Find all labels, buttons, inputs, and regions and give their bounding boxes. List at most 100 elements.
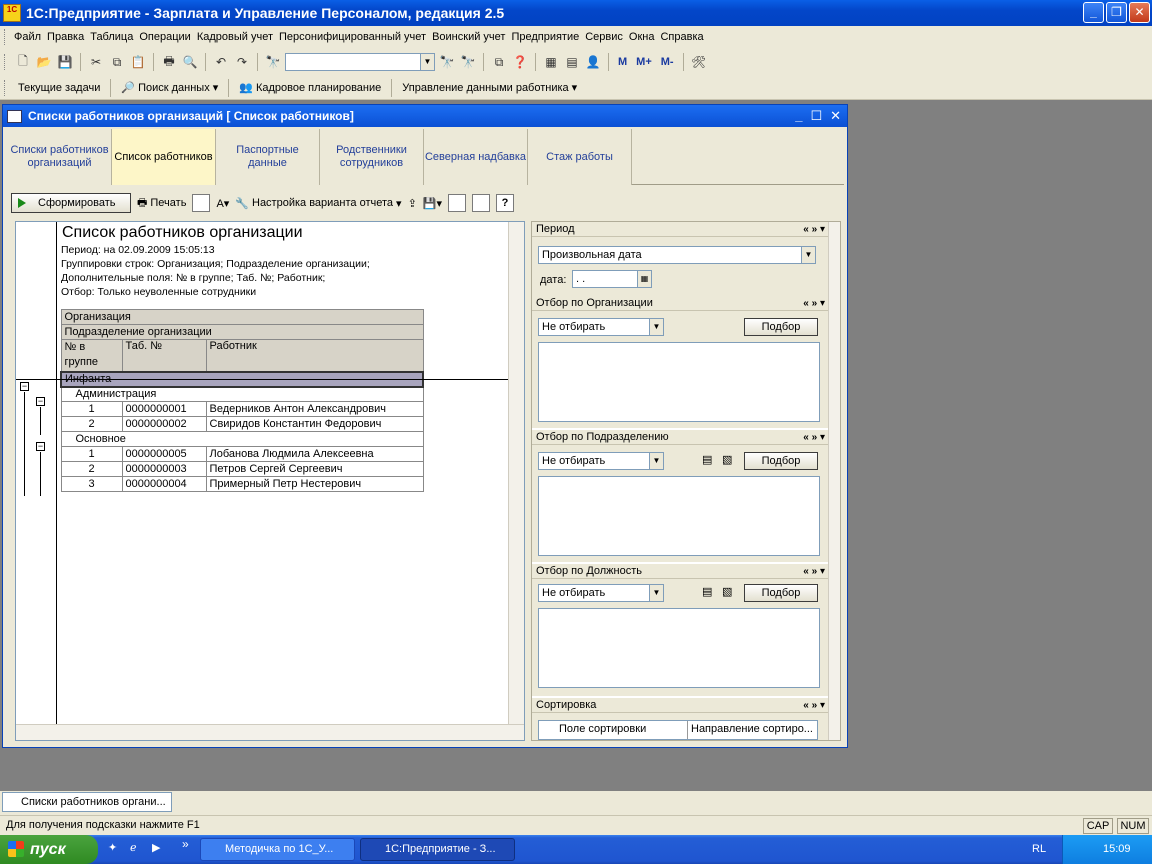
media-icon[interactable]: ▶ — [152, 841, 160, 854]
table-row[interactable]: 1 0000000001 Ведерников Антон Александро… — [60, 401, 424, 417]
current-tasks-button[interactable]: Текущие задачи — [15, 82, 103, 94]
table-row[interactable]: 3 0000000004 Примерный Петр Нестерович — [60, 476, 424, 492]
windows-icon[interactable]: ⧉ — [490, 53, 508, 71]
close-button[interactable]: ✕ — [1129, 2, 1150, 23]
folder-icon[interactable]: ▧ — [722, 585, 738, 601]
tools-icon[interactable]: 🛠 — [690, 53, 708, 71]
chevron-down-icon[interactable]: ▼ — [649, 453, 663, 469]
panel-toggle-icon[interactable] — [472, 194, 490, 212]
org-filter-list[interactable] — [538, 342, 820, 422]
hierarchy-icon[interactable]: ▤ — [702, 453, 718, 469]
find-prev-icon[interactable]: 🔭 — [459, 53, 477, 71]
open-folder-icon[interactable]: 📂 — [35, 53, 53, 71]
menu-military[interactable]: Воинский учет — [429, 31, 508, 43]
dept-filter-list[interactable] — [538, 476, 820, 556]
more-icon[interactable]: » — [182, 837, 189, 851]
section-controls-icon[interactable]: « » ▾ — [803, 700, 825, 711]
menu-personified[interactable]: Персонифицированный учет — [276, 31, 429, 43]
cut-icon[interactable]: ✂ — [87, 53, 105, 71]
header-toggle-icon[interactable] — [448, 194, 466, 212]
report-window-title-bar[interactable]: Списки работников организаций [ Список р… — [3, 105, 847, 127]
user-icon[interactable]: 👤 — [584, 53, 602, 71]
chevron-down-icon[interactable]: ▼ — [801, 247, 815, 263]
report-spreadsheet[interactable]: Список работников организации Период: на… — [15, 221, 525, 741]
help-1c-icon[interactable]: ❓ — [511, 53, 529, 71]
find-next-icon[interactable]: 🔭 — [438, 53, 456, 71]
hierarchy-icon[interactable]: ▤ — [702, 585, 718, 601]
new-document-icon[interactable]: 🗋 — [14, 53, 32, 71]
table-row[interactable]: 1 0000000005 Лобанова Людмила Алексеевна — [60, 446, 424, 462]
collapse-icon[interactable]: − — [20, 382, 29, 391]
toolbar-grip[interactable] — [4, 79, 7, 96]
collapse-icon[interactable]: − — [36, 397, 45, 406]
table-row[interactable]: 2 0000000002 Свиридов Константин Федоров… — [60, 416, 424, 432]
memory-button[interactable]: М — [615, 56, 630, 68]
sort-direction-header[interactable]: Направление сортиро... — [691, 723, 813, 735]
copy-icon[interactable]: ⧉ — [108, 53, 126, 71]
group-dept[interactable]: Администрация — [60, 386, 424, 402]
memory-minus-button[interactable]: М- — [658, 56, 677, 68]
dept-filter-select[interactable]: Не отбирать ▼ — [538, 452, 664, 470]
dept-select-button[interactable]: Подбор — [744, 452, 818, 470]
minimize-button[interactable]: _ — [795, 108, 802, 124]
close-button[interactable]: ✕ — [830, 108, 841, 124]
settings-button[interactable]: 🔧 Настройка варианта отчета ▾ — [235, 197, 401, 210]
menu-service[interactable]: Сервис — [582, 31, 626, 43]
collapse-icon[interactable]: − — [36, 442, 45, 451]
tab-passport-data[interactable]: Паспортные данные — [216, 129, 320, 185]
app-title-bar[interactable]: 1C 1С:Предприятие - Зарплата и Управлени… — [0, 0, 1152, 26]
restore-button[interactable]: ❐ — [1106, 2, 1127, 23]
table-row[interactable]: 2 0000000003 Петров Сергей Сергеевич — [60, 461, 424, 477]
tab-relatives[interactable]: Родственники сотрудников — [320, 129, 424, 185]
date-input[interactable]: . . ▦ — [572, 270, 652, 288]
section-controls-icon[interactable]: « » ▾ — [803, 566, 825, 577]
search-combo[interactable]: ▼ — [285, 53, 435, 71]
chevron-down-icon[interactable]: ▼ — [420, 54, 434, 70]
position-filter-select[interactable]: Не отбирать ▼ — [538, 584, 664, 602]
section-controls-icon[interactable]: « » ▾ — [803, 432, 825, 443]
calendar-icon[interactable]: ▤ — [563, 53, 581, 71]
panel-scrollbar[interactable] — [828, 222, 840, 740]
employee-data-button[interactable]: Управление данными работника ▾ — [399, 81, 580, 95]
generate-button[interactable]: Сформировать — [11, 193, 131, 213]
menu-file[interactable]: Файл — [11, 31, 44, 43]
sort-field-header[interactable]: Поле сортировки — [559, 723, 646, 735]
find-icon[interactable]: 🔭 — [264, 53, 282, 71]
maximize-button[interactable]: ☐ — [810, 108, 822, 124]
help-button[interactable]: ? — [496, 194, 514, 212]
hr-planning-button[interactable]: 👥 Кадровое планирование — [236, 81, 384, 95]
section-controls-icon[interactable]: « » ▾ — [803, 298, 825, 309]
chevron-down-icon[interactable]: ▼ — [649, 585, 663, 601]
menu-help[interactable]: Справка — [657, 31, 706, 43]
org-filter-select[interactable]: Не отбирать ▼ — [538, 318, 664, 336]
clock[interactable]: 15:09 — [1103, 843, 1131, 855]
tab-employee-lists[interactable]: Списки работников организаций — [8, 129, 112, 185]
redo-icon[interactable]: ↷ — [233, 53, 251, 71]
tab-northern-allowance[interactable]: Северная надбавка — [424, 129, 528, 185]
sort-table[interactable]: Поле сортировки Направление сортиро... — [538, 720, 818, 740]
print-icon[interactable]: 🖶 — [160, 53, 178, 71]
preview-icon[interactable]: 🔍 — [181, 53, 199, 71]
data-search-button[interactable]: 🔎 Поиск данных ▾ — [118, 81, 221, 95]
quicklaunch-icon[interactable]: ✦ — [108, 841, 117, 854]
calendar-icon[interactable]: ▦ — [637, 271, 651, 287]
undo-icon[interactable]: ↶ — [212, 53, 230, 71]
menu-edit[interactable]: Правка — [44, 31, 87, 43]
ie-icon[interactable]: ℯ — [130, 841, 137, 854]
position-filter-list[interactable] — [538, 608, 820, 688]
calculator-icon[interactable]: ▦ — [542, 53, 560, 71]
taskbar-item-word[interactable]: Методичка по 1С_У... — [200, 838, 355, 861]
export-icon[interactable]: ⇪ — [408, 197, 417, 210]
save-icon[interactable]: 💾 — [56, 53, 74, 71]
menu-windows[interactable]: Окна — [626, 31, 658, 43]
table-layout-icon[interactable] — [192, 194, 211, 212]
menu-enterprise[interactable]: Предприятие — [508, 31, 582, 43]
tab-employee-list[interactable]: Список работников — [112, 129, 216, 185]
folder-icon[interactable]: ▧ — [722, 453, 738, 469]
group-dept[interactable]: Основное — [60, 431, 424, 447]
toolbar-grip[interactable] — [4, 54, 7, 70]
toolbar-grip[interactable] — [4, 29, 7, 45]
period-select[interactable]: Произвольная дата ▼ — [538, 246, 816, 264]
save-variant-icon[interactable]: 💾▾ — [423, 197, 442, 210]
section-controls-icon[interactable]: « » ▾ — [803, 224, 825, 235]
